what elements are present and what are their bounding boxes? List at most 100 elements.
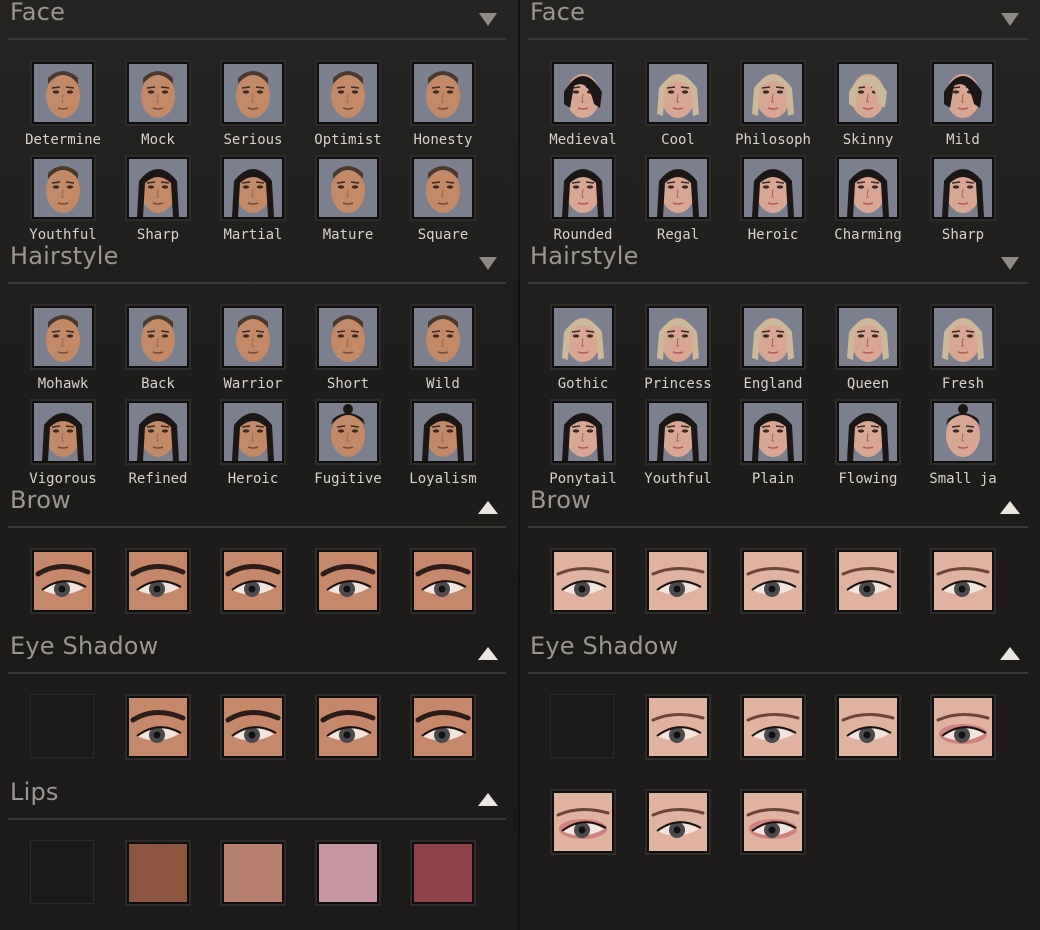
hairstyle-thumbnail (835, 304, 901, 370)
eye_shadow-thumbnail (835, 694, 901, 760)
hairstyle-option-label: Vigorous (29, 471, 97, 487)
right-brow-title: Brow (530, 486, 591, 514)
brow-thumbnail (125, 548, 191, 614)
right-hairstyle-title: Hairstyle (530, 242, 639, 270)
right-face-title: Face (530, 0, 586, 26)
hairstyle-option-label: Flowing (838, 471, 898, 487)
face-thumbnail (220, 60, 286, 126)
face-thumbnail (645, 60, 711, 126)
hairstyle-thumbnail (410, 304, 476, 370)
triangle-up-icon[interactable] (476, 644, 500, 662)
eye_shadow-thumbnail (550, 789, 616, 855)
brow-thumbnail (410, 548, 476, 614)
face-option-label: Rounded (553, 227, 613, 243)
right-eye_shadow-title: Eye Shadow (530, 632, 679, 660)
left-brow-title: Brow (10, 486, 71, 514)
face-thumbnail (550, 155, 616, 221)
hairstyle-option-label: Gothic (557, 376, 609, 392)
hairstyle-thumbnail (125, 399, 191, 465)
triangle-up-icon[interactable] (476, 790, 500, 808)
eye_shadow-thumbnail (645, 789, 711, 855)
lip-color-swatch (220, 840, 286, 906)
face-option-label: Medieval (549, 132, 617, 148)
lip-color-swatch (125, 840, 191, 906)
brow-thumbnail (550, 548, 616, 614)
face-option-label: Philosoph (735, 132, 811, 148)
brow-thumbnail (835, 548, 901, 614)
left-hairstyle-title: Hairstyle (10, 242, 119, 270)
face-thumbnail (125, 60, 191, 126)
brow-thumbnail (645, 548, 711, 614)
face-thumbnail (550, 60, 616, 126)
brow-thumbnail (315, 548, 381, 614)
right-eye_shadow-header: Eye Shadow (528, 632, 1028, 674)
hairstyle-option-label: Heroic (227, 471, 279, 487)
eye_shadow-thumbnail (220, 694, 286, 760)
chevron-down-icon[interactable] (476, 254, 500, 272)
eye_shadow-thumbnail (315, 694, 381, 760)
brow-thumbnail (220, 548, 286, 614)
hairstyle-option-label: Loyalism (409, 471, 477, 487)
face-thumbnail (740, 155, 806, 221)
eye_shadow-thumbnail (410, 694, 476, 760)
face-option-label: Sharp (136, 227, 180, 243)
face-thumbnail (410, 60, 476, 126)
face-option-label: Heroic (747, 227, 799, 243)
hairstyle-option-label: Warrior (223, 376, 283, 392)
hairstyle-thumbnail (550, 399, 616, 465)
hairstyle-option-label: Wild (426, 376, 460, 392)
face-option-label: Square (417, 227, 469, 243)
lip-color-swatch (410, 840, 476, 906)
left-eye_shadow-title: Eye Shadow (10, 632, 159, 660)
left-face-title: Face (10, 0, 66, 26)
hairstyle-option-label: Ponytail (549, 471, 617, 487)
face-thumbnail (125, 155, 191, 221)
hairstyle-thumbnail (835, 399, 901, 465)
chevron-down-icon[interactable] (476, 10, 500, 28)
triangle-up-icon[interactable] (476, 498, 500, 516)
eye_shadow-thumbnail (740, 694, 806, 760)
face-thumbnail (30, 155, 96, 221)
face-option-label: Mature (322, 227, 374, 243)
face-option-label: Mock (141, 132, 175, 148)
eye_shadow-thumbnail (930, 694, 996, 760)
left-brow-header: Brow (8, 486, 506, 528)
hairstyle-thumbnail (410, 399, 476, 465)
face-option-label: Sharp (941, 227, 985, 243)
hairstyle-option-label: Refined (128, 471, 188, 487)
brow-thumbnail (740, 548, 806, 614)
hairstyle-option-label: Princess (644, 376, 712, 392)
face-thumbnail (220, 155, 286, 221)
hairstyle-option-label: Mohawk (37, 376, 89, 392)
hairstyle-thumbnail (30, 399, 96, 465)
left-lips-title: Lips (10, 778, 59, 806)
hairstyle-option-label: Youthful (644, 471, 712, 487)
face-thumbnail (645, 155, 711, 221)
face-thumbnail (930, 60, 996, 126)
right-brow-header: Brow (528, 486, 1028, 528)
chevron-down-icon[interactable] (998, 254, 1022, 272)
chevron-down-icon[interactable] (998, 10, 1022, 28)
hairstyle-thumbnail (740, 399, 806, 465)
face-option-label: Mild (946, 132, 980, 148)
triangle-up-icon[interactable] (998, 644, 1022, 662)
hairstyle-thumbnail (645, 399, 711, 465)
none-option-slot (550, 694, 614, 758)
hairstyle-option-label: Plain (751, 471, 795, 487)
face-thumbnail (30, 60, 96, 126)
triangle-up-icon[interactable] (998, 498, 1022, 516)
hairstyle-thumbnail (125, 304, 191, 370)
hairstyle-thumbnail (315, 304, 381, 370)
none-option-slot (30, 694, 94, 758)
face-thumbnail (835, 60, 901, 126)
face-option-label: Serious (223, 132, 283, 148)
face-thumbnail (930, 155, 996, 221)
face-option-label: Charming (834, 227, 902, 243)
hairstyle-thumbnail (220, 399, 286, 465)
hairstyle-option-label: Small ja (929, 471, 997, 487)
face-option-label: Youthful (29, 227, 97, 243)
hairstyle-thumbnail (645, 304, 711, 370)
face-thumbnail (740, 60, 806, 126)
hairstyle-thumbnail (740, 304, 806, 370)
hairstyle-option-label: Back (141, 376, 175, 392)
